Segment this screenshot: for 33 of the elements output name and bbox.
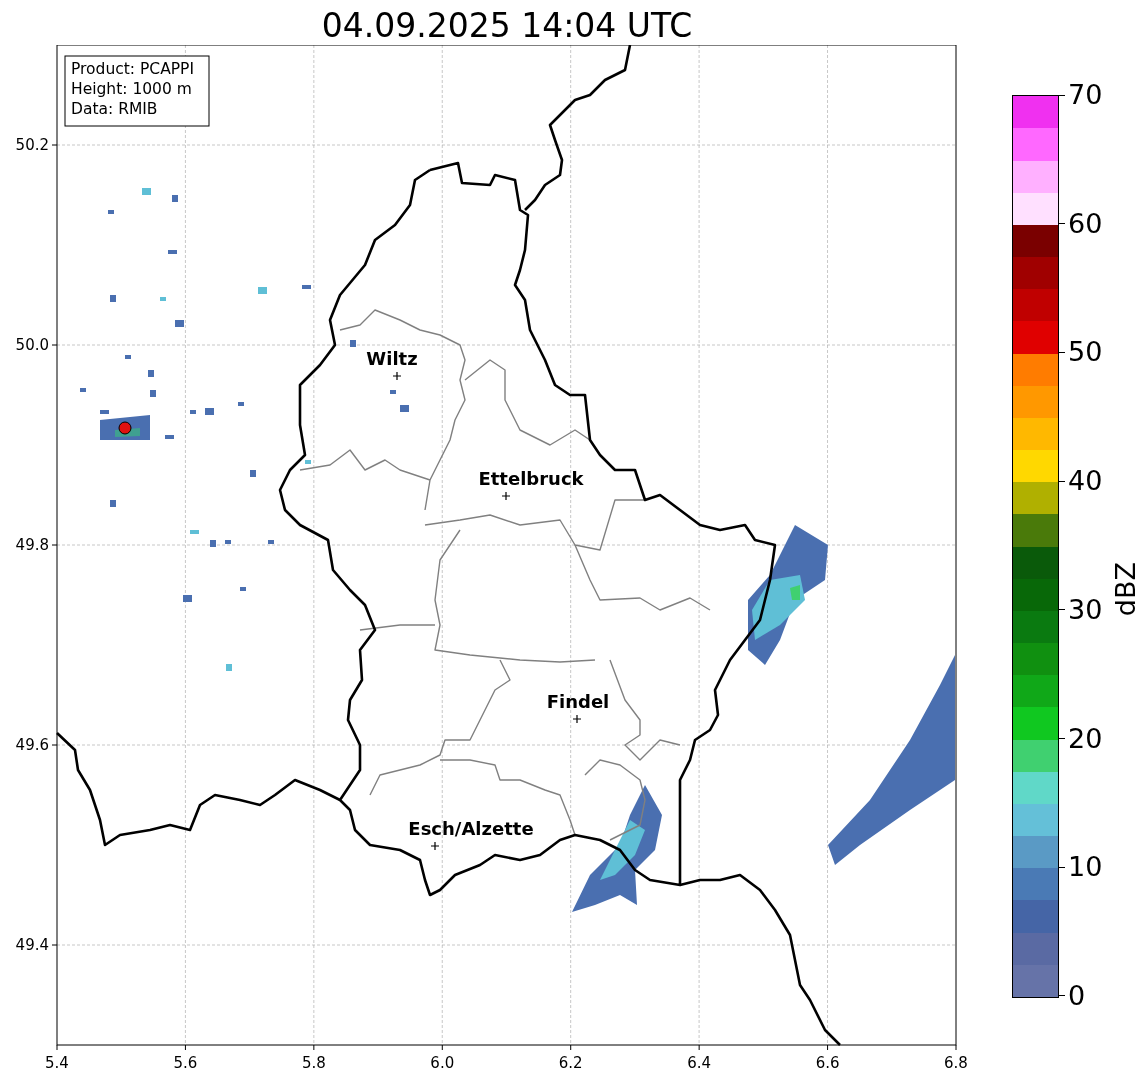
axis-tick-label: 50.0 — [15, 335, 49, 354]
axis-tick-label: 6.0 — [430, 1054, 455, 1072]
colorbar-tick-label: 40 — [1068, 465, 1103, 498]
axis-tick-label: 5.6 — [173, 1054, 198, 1072]
axis-tick-label: 49.8 — [15, 535, 49, 554]
city-label: Findel — [546, 691, 610, 712]
colorbar-tick-label: 50 — [1068, 336, 1103, 369]
axis-tick-label: 5.4 — [45, 1054, 69, 1072]
axis-tick-label: 5.8 — [301, 1054, 326, 1072]
colorbar-label: dBZ — [1110, 562, 1143, 617]
colorbar-tick-label: 10 — [1068, 851, 1103, 884]
axis-tick-label: 49.6 — [15, 735, 49, 754]
colorbar-tick-label: 30 — [1068, 593, 1103, 626]
axis-tick-label: 6.6 — [815, 1054, 840, 1072]
axis-tick-label: 50.2 — [15, 135, 49, 154]
city-marker-icon — [392, 371, 402, 381]
city-label: Ettelbruck — [478, 468, 584, 489]
city-label: Wiltz — [366, 348, 418, 369]
city-marker-icon — [572, 714, 582, 724]
city-label: Esch/Alzette — [408, 818, 534, 839]
axis-tick-label: 6.8 — [944, 1054, 968, 1072]
colorbar-tick-label: 0 — [1068, 979, 1086, 1012]
axis-tick-label: 49.4 — [15, 935, 49, 954]
axis-tick-label: 6.2 — [558, 1054, 583, 1072]
radar-site-icon — [118, 421, 132, 435]
axis-tick-label: 6.4 — [687, 1054, 712, 1072]
colorbar-tick-label: 60 — [1068, 207, 1103, 240]
colorbar-tick-label: 20 — [1068, 722, 1103, 755]
plot-title: 04.09.2025 14:04 UTC — [320, 5, 694, 45]
city-marker-icon — [430, 841, 440, 851]
colorbar-tick-label: 70 — [1068, 79, 1103, 111]
city-marker-icon — [501, 491, 511, 501]
info-box: Product: PCAPPI Height: 1000 m Data: RMIB — [64, 55, 210, 127]
